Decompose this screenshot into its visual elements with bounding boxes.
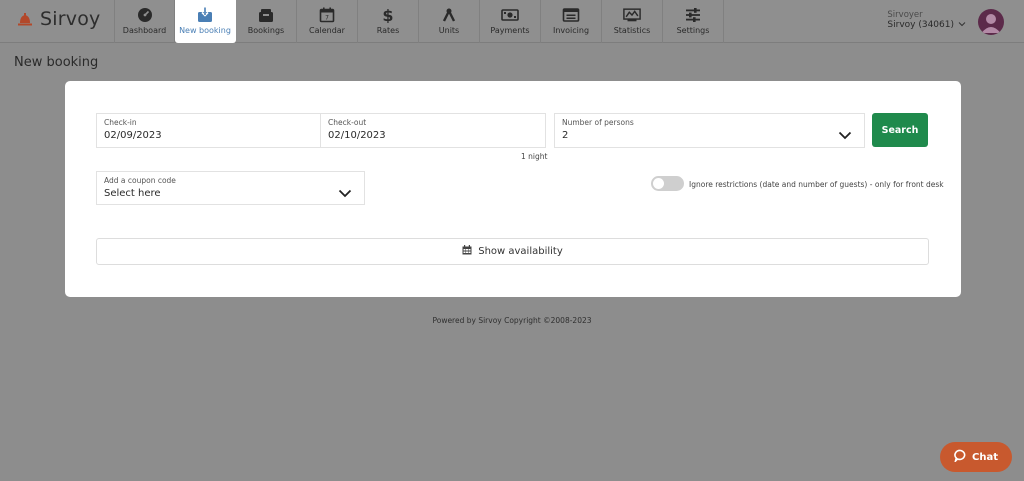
checkin-label: Check-in — [104, 118, 137, 127]
nav-label: Invoicing — [552, 26, 590, 35]
invoicing-icon — [562, 7, 580, 23]
checkin-field[interactable]: Check-in 02/09/2023 — [96, 113, 321, 148]
footer-copyright: Powered by Sirvoy Copyright ©2008-2023 — [432, 316, 592, 325]
checkout-field[interactable]: Check-out 02/10/2023 — [320, 113, 546, 148]
nav-dashboard[interactable]: Dashboard — [114, 0, 175, 43]
nav-units[interactable]: Units — [419, 0, 480, 43]
toggle-knob — [653, 178, 664, 189]
persons-select[interactable]: Number of persons 2 — [554, 113, 865, 148]
user-role: Sirvoyer — [887, 10, 923, 20]
account-name-row: Sirvoy (34061) — [887, 20, 966, 30]
bell-logo-icon — [16, 10, 34, 28]
units-icon — [440, 7, 458, 23]
checkout-value: 02/10/2023 — [328, 130, 386, 141]
nav-label: Dashboard — [122, 26, 167, 35]
checkin-value: 02/09/2023 — [104, 130, 162, 141]
avatar[interactable] — [978, 9, 1004, 35]
svg-text:7: 7 — [325, 15, 329, 22]
settings-icon — [684, 7, 702, 23]
persons-label: Number of persons — [562, 118, 634, 127]
user-account-menu[interactable]: Sirvoyer Sirvoy (34061) — [887, 10, 966, 30]
sirvoy-logo[interactable]: Sirvoy — [16, 8, 100, 30]
ignore-restrictions-label: Ignore restrictions (date and number of … — [689, 180, 944, 189]
nav-label: Statistics — [613, 26, 651, 35]
chat-bubble-icon — [953, 449, 967, 465]
dollar-icon: $ — [379, 7, 397, 23]
checkout-label: Check-out — [328, 118, 367, 127]
chevron-down-icon — [838, 125, 852, 144]
new-booking-icon — [196, 7, 214, 23]
nav-calendar[interactable]: 7 Calendar — [297, 0, 358, 43]
show-availability-label: Show availability — [478, 246, 563, 257]
account-name: Sirvoy (34061) — [887, 20, 954, 30]
page-title: New booking — [14, 55, 99, 70]
new-booking-form: Check-in 02/09/2023 Check-out 02/10/2023… — [65, 81, 961, 297]
persons-value: 2 — [562, 130, 569, 141]
calendar-icon — [462, 245, 472, 258]
chat-button[interactable]: Chat — [940, 442, 1012, 472]
nav-invoicing[interactable]: Invoicing — [541, 0, 602, 43]
nav-payments[interactable]: Payments — [480, 0, 541, 43]
nav-label: Calendar — [309, 26, 345, 35]
coupon-label: Add a coupon code — [104, 176, 176, 185]
bookings-icon — [257, 7, 275, 23]
nav-bookings[interactable]: Bookings — [236, 0, 297, 43]
nav-label: Bookings — [247, 26, 285, 35]
nav-new-booking[interactable]: New booking — [175, 0, 236, 43]
coupon-select[interactable]: Add a coupon code Select here — [96, 171, 365, 205]
statistics-icon — [623, 7, 641, 23]
nav-rates[interactable]: $ Rates — [358, 0, 419, 43]
search-button[interactable]: Search — [872, 113, 928, 147]
app-name: Sirvoy — [40, 8, 101, 30]
show-availability-button[interactable]: Show availability — [96, 238, 929, 265]
chevron-down-icon — [958, 20, 966, 30]
nights-count: 1 night — [521, 152, 548, 161]
ignore-restrictions-toggle[interactable] — [651, 176, 684, 191]
nav-label: Units — [438, 26, 460, 35]
dashboard-icon — [136, 7, 154, 23]
svg-text:$: $ — [382, 7, 393, 23]
chat-label: Chat — [972, 451, 998, 463]
nav-label: New booking — [179, 26, 231, 35]
payments-icon — [501, 7, 519, 23]
coupon-value: Select here — [104, 188, 161, 199]
nav-label: Settings — [676, 26, 710, 35]
main-nav: Dashboard New booking Bookings 7 Calenda… — [114, 0, 724, 43]
top-navigation-bar: Sirvoy Dashboard New booking Bookings 7 … — [0, 0, 1024, 43]
calendar-icon: 7 — [318, 7, 336, 23]
nav-label: Rates — [376, 26, 400, 35]
nav-label: Payments — [490, 26, 530, 35]
nav-statistics[interactable]: Statistics — [602, 0, 663, 43]
nav-settings[interactable]: Settings — [663, 0, 724, 43]
chevron-down-icon — [338, 183, 352, 202]
